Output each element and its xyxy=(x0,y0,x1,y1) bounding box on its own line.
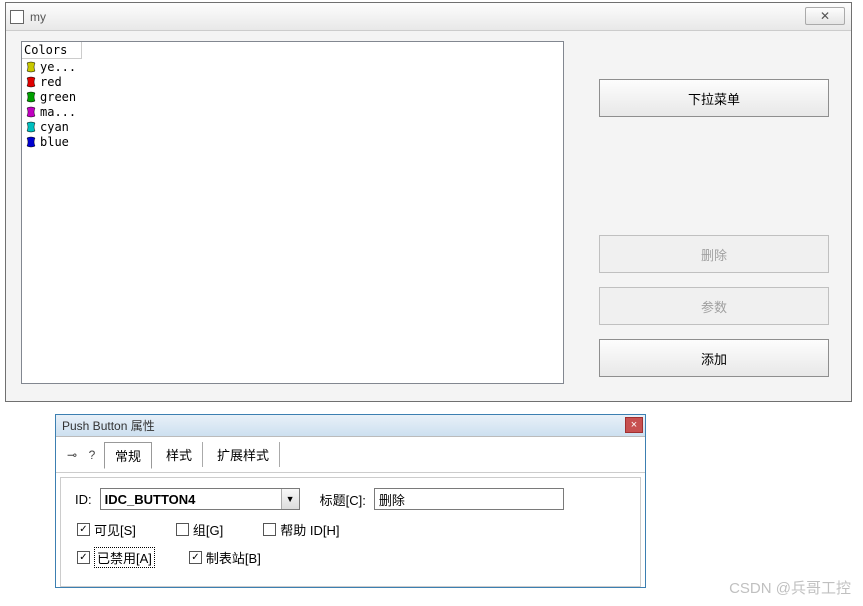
list-item-label: cyan xyxy=(40,120,69,134)
colors-listbox[interactable]: Colors ye... red green ma... cyan blue xyxy=(21,41,564,384)
color-swatch-icon xyxy=(24,91,38,103)
caption-input[interactable] xyxy=(374,488,564,510)
dropdown-menu-button[interactable]: 下拉菜单 xyxy=(599,79,829,117)
properties-dialog: Push Button 属性 × ⊸ ? 常规 样式 扩展样式 ID: ▼ 标题… xyxy=(55,414,646,588)
close-icon[interactable]: × xyxy=(625,417,643,433)
id-label: ID: xyxy=(75,492,92,507)
color-swatch-icon xyxy=(24,106,38,118)
list-item[interactable]: ye... xyxy=(22,59,563,74)
tabstop-checkbox[interactable]: 制表站[B] xyxy=(189,547,261,568)
main-titlebar: my ✕ xyxy=(6,3,851,31)
color-swatch-icon xyxy=(24,61,38,73)
color-swatch-icon xyxy=(24,136,38,148)
id-combobox[interactable]: ▼ xyxy=(100,488,300,510)
add-button[interactable]: 添加 xyxy=(599,339,829,377)
list-item[interactable]: cyan xyxy=(22,119,563,134)
list-item[interactable]: red xyxy=(22,74,563,89)
app-icon xyxy=(10,10,24,24)
list-item[interactable]: green xyxy=(22,89,563,104)
list-item-label: ma... xyxy=(40,105,76,119)
list-item[interactable]: blue xyxy=(22,134,563,149)
checkbox-icon xyxy=(77,551,90,564)
tab-style[interactable]: 样式 xyxy=(156,442,203,467)
window-title: my xyxy=(30,10,46,24)
checkbox-icon xyxy=(189,551,202,564)
close-button[interactable]: ✕ xyxy=(805,7,845,25)
help-icon[interactable]: ? xyxy=(84,447,100,463)
checkbox-icon xyxy=(77,523,90,536)
props-body: ID: ▼ 标题[C]: 可见[S] 组[G] 帮助 ID[H] xyxy=(60,477,641,587)
id-input[interactable] xyxy=(101,490,281,509)
list-item-label: blue xyxy=(40,135,69,149)
main-window: my ✕ Colors ye... red green ma... cyan b… xyxy=(5,2,852,402)
params-button[interactable]: 参数 xyxy=(599,287,829,325)
checkbox-icon xyxy=(176,523,189,536)
chevron-down-icon[interactable]: ▼ xyxy=(281,489,299,509)
visible-checkbox[interactable]: 可见[S] xyxy=(77,520,136,539)
list-item-label: ye... xyxy=(40,60,76,74)
list-header: Colors xyxy=(22,42,82,59)
list-item-label: green xyxy=(40,90,76,104)
watermark: CSDN @兵哥工控 xyxy=(729,577,851,598)
color-swatch-icon xyxy=(24,76,38,88)
props-titlebar: Push Button 属性 × xyxy=(56,415,645,437)
delete-button[interactable]: 删除 xyxy=(599,235,829,273)
props-toolbar: ⊸ ? 常规 样式 扩展样式 xyxy=(56,437,645,473)
tab-general[interactable]: 常规 xyxy=(104,442,152,469)
caption-label: 标题[C]: xyxy=(320,490,366,509)
pin-icon[interactable]: ⊸ xyxy=(64,447,80,463)
color-swatch-icon xyxy=(24,121,38,133)
list-item[interactable]: ma... xyxy=(22,104,563,119)
props-title: Push Button 属性 xyxy=(62,417,155,434)
tab-ext-style[interactable]: 扩展样式 xyxy=(207,442,280,467)
group-checkbox[interactable]: 组[G] xyxy=(176,520,223,539)
disabled-checkbox[interactable]: 已禁用[A] xyxy=(77,547,155,568)
helpid-checkbox[interactable]: 帮助 ID[H] xyxy=(263,520,339,539)
checkbox-icon xyxy=(263,523,276,536)
list-item-label: red xyxy=(40,75,62,89)
